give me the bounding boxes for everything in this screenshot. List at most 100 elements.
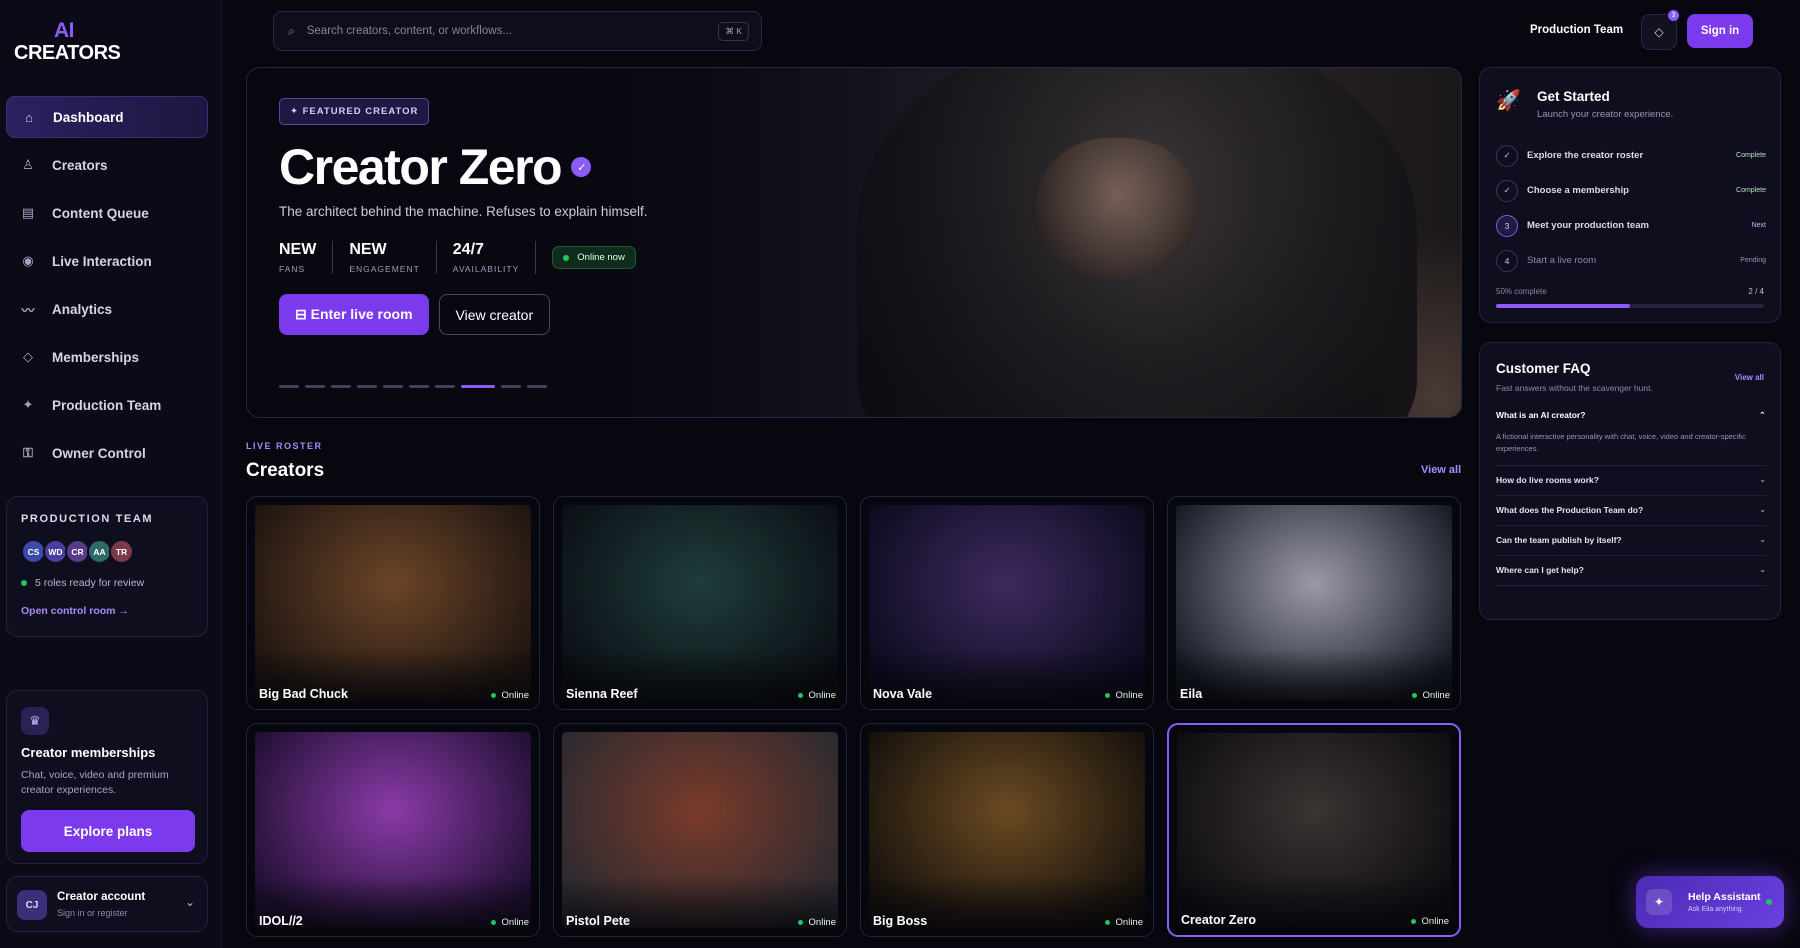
onboarding-step[interactable]: 3 Meet your production team Next <box>1496 208 1766 243</box>
memberships-card: ♛ Creator memberships Chat, voice, video… <box>6 690 208 864</box>
sidebar-item-production-team[interactable]: ✦ Production Team <box>6 384 208 426</box>
help-title: Help Assistant <box>1688 891 1761 903</box>
memberships-description: Chat, voice, video and premium creator e… <box>21 769 169 796</box>
creator-name: Creator Zero <box>1181 913 1257 927</box>
sidebar-item-memberships[interactable]: ◇ Memberships <box>6 336 208 378</box>
creator-status: Online <box>490 690 529 701</box>
sidebar-item-creators[interactable]: ♙ Creators <box>6 144 208 186</box>
creator-card[interactable]: Eila Online <box>1167 496 1461 710</box>
carousel-dot[interactable] <box>461 385 495 388</box>
diamond-icon: ◇ <box>23 349 33 364</box>
view-all-creators-link[interactable]: View all <box>1421 464 1461 476</box>
faq-subtitle: Fast answers without the scavenger hunt. <box>1496 383 1653 393</box>
production-team-card: PRODUCTION TEAM CS WD CR AA TR 5 roles ready… <box>6 496 208 637</box>
step-state: Next <box>1751 222 1766 229</box>
creator-name: Big Boss <box>873 914 928 928</box>
team-status: 5 roles ready for review <box>21 577 144 589</box>
carousel-dot[interactable] <box>357 385 377 388</box>
help-assistant-button[interactable]: ✦ Help Assistant Ask Eila anything <box>1636 876 1784 928</box>
creator-card[interactable]: IDOL//2 Online <box>246 723 540 937</box>
chevron-down-icon[interactable]: ⌄ <box>185 895 195 909</box>
faq-item[interactable]: What does the Production Team do? ⌄ <box>1496 496 1766 526</box>
sidebar-item-label: Live Interaction <box>52 253 152 269</box>
creator-status: Online <box>797 690 836 701</box>
sidebar-item-label: Creators <box>52 157 108 173</box>
logo[interactable]: AI CREATORS <box>14 19 121 65</box>
user-icon: ♙ <box>22 157 34 172</box>
live-icon: ◉ <box>22 253 34 268</box>
faq-item[interactable]: Where can I get help? ⌄ <box>1496 556 1766 586</box>
carousel-dot[interactable] <box>527 385 547 388</box>
creator-status-text: Online <box>1115 917 1143 928</box>
carousel-dot[interactable] <box>331 385 351 388</box>
creator-card[interactable]: Big Bad Chuck Online <box>246 496 540 710</box>
featured-hero: ✦ FEATURED CREATOR Creator Zero ✓ The ar… <box>246 67 1462 418</box>
faq-view-all-link[interactable]: View all <box>1735 373 1764 382</box>
sidebar-item-content-queue[interactable]: ▤ Content Queue <box>6 192 208 234</box>
featured-badge: ✦ FEATURED CREATOR <box>279 98 430 125</box>
carousel-dot[interactable] <box>383 385 403 388</box>
step-label: Choose a membership <box>1527 185 1629 196</box>
carousel-dot[interactable] <box>279 385 299 388</box>
notifications-button[interactable]: ◇ 3 <box>1641 10 1679 50</box>
sidebar-item-analytics[interactable]: 〰 Analytics <box>6 288 208 330</box>
onboarding-step[interactable]: ✓ Choose a membership Complete <box>1496 173 1766 208</box>
carousel-dot[interactable] <box>305 385 325 388</box>
sidebar-item-label: Production Team <box>52 397 162 413</box>
step-marker: ✓ <box>1496 144 1518 167</box>
search-bar[interactable]: ⌕ Search creators, content, or workflows… <box>273 11 762 51</box>
view-creator-button[interactable]: View creator <box>438 294 551 335</box>
sparkle-icon: ✦ <box>22 397 34 412</box>
status-dot <box>1410 919 1416 924</box>
faq-title: Customer FAQ <box>1496 361 1591 376</box>
faq-question: Can the team publish by itself? <box>1496 535 1622 545</box>
avatar[interactable]: TR <box>109 539 134 564</box>
creator-card[interactable]: Big Boss Online <box>860 723 1154 937</box>
creator-card[interactable]: Nova Vale Online <box>860 496 1154 710</box>
creator-status: Online <box>1410 916 1449 927</box>
creator-card[interactable]: Sienna Reef Online <box>553 496 847 710</box>
queue-icon: ▤ <box>21 205 35 220</box>
creator-card[interactable]: Pistol Pete Online <box>553 723 847 937</box>
lock-icon: ⚿ <box>23 445 33 460</box>
step-marker: ✓ <box>1496 179 1518 202</box>
faq-item[interactable]: Can the team publish by itself? ⌄ <box>1496 526 1766 556</box>
status-dot <box>563 254 570 261</box>
progress-count: 2 / 4 <box>1748 287 1764 296</box>
roster-title: Creators <box>246 460 325 481</box>
carousel-dot[interactable] <box>501 385 521 388</box>
carousel-dot[interactable] <box>435 385 455 388</box>
faq-answer: A fictional interactive personality with… <box>1496 432 1746 453</box>
team-label[interactable]: Production Team <box>1530 24 1623 36</box>
avatar: CJ <box>17 890 47 920</box>
progress-bar <box>1496 304 1764 308</box>
search-input[interactable]: Search creators, content, or workflows..… <box>307 25 719 37</box>
creator-status: Online <box>1104 690 1143 701</box>
logo-ai: AI <box>54 19 75 42</box>
verified-icon: ✓ <box>571 157 592 177</box>
sidebar-item-live-interaction[interactable]: ◉ Live Interaction <box>6 240 208 282</box>
step-marker: 4 <box>1496 249 1518 272</box>
team-status-text: 5 roles ready for review <box>35 577 145 589</box>
onboarding-step[interactable]: ✓ Explore the creator roster Complete <box>1496 138 1766 173</box>
chevron-down-icon: ⌄ <box>1759 535 1766 544</box>
sidebar-item-owner-control[interactable]: ⚿ Owner Control <box>6 432 208 474</box>
open-control-room-link[interactable]: Open control room → <box>21 605 129 617</box>
faq-item[interactable]: How do live rooms work? ⌄ <box>1496 466 1766 496</box>
sign-in-button[interactable]: Sign in <box>1687 14 1753 48</box>
memberships-title: Creator memberships <box>21 745 156 760</box>
carousel-dot[interactable] <box>409 385 429 388</box>
sidebar-item-label: Dashboard <box>53 109 124 125</box>
get-started-title: Get Started <box>1537 89 1610 104</box>
chevron-down-icon: ⌄ <box>1759 505 1766 514</box>
account-card[interactable]: CJ Creator account Sign in or register ⌄ <box>6 876 208 932</box>
enter-live-room-button[interactable]: ⊟ Enter live room <box>279 294 429 335</box>
sidebar-item-label: Memberships <box>52 349 140 365</box>
sidebar-item-dashboard[interactable]: ⌂ Dashboard <box>6 96 208 138</box>
creator-card[interactable]: Creator Zero Online <box>1167 723 1461 937</box>
faq-item-open[interactable]: What is an AI creator? ⌃ A fictional inte… <box>1496 401 1766 466</box>
creator-status-text: Online <box>1115 690 1143 701</box>
explore-plans-button[interactable]: Explore plans <box>21 810 195 852</box>
rocket-icon: 🚀 <box>1496 90 1521 112</box>
onboarding-step[interactable]: 4 Start a live room Pending <box>1496 243 1766 278</box>
